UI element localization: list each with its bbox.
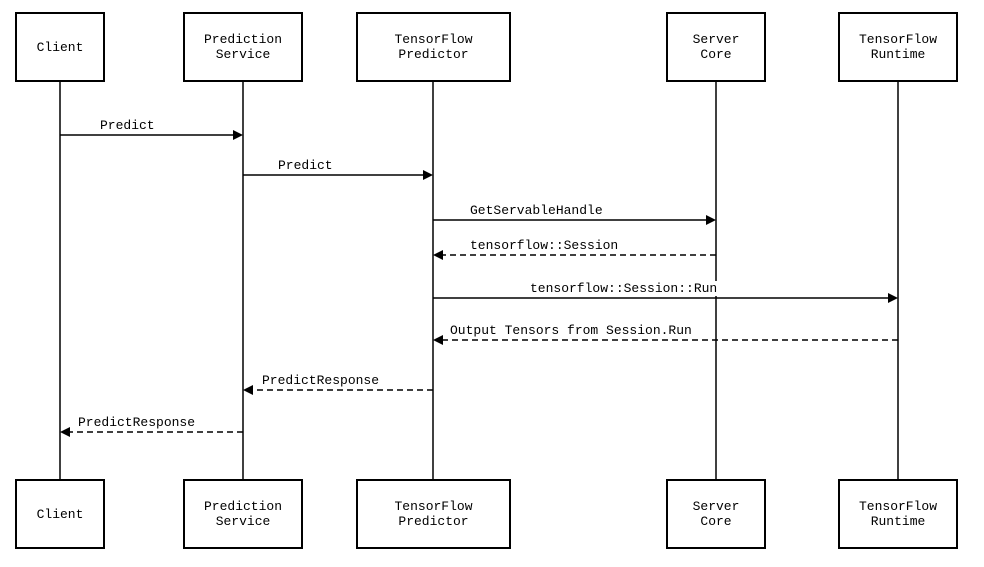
arrow-label-session-return: tensorflow::Session [470,238,618,253]
arrow-label-predict-response2: PredictResponse [78,415,195,430]
sequence-diagram: Client Prediction Service TensorFlow Predi… [0,0,984,567]
actor-bottom-tensorflow-runtime-bottom: TensorFlow Runtime [838,479,958,549]
actor-bottom-prediction-service-bottom: Prediction Service [183,479,303,549]
arrow-label-session-run: tensorflow::Session::Run [530,281,717,296]
arrow-label-output-tensors: Output Tensors from Session.Run [450,323,692,338]
actor-bottom-client-bottom: Client [15,479,105,549]
arrow-label-predict1: Predict [100,118,155,133]
actor-bottom-server-core-bottom: Server Core [666,479,766,549]
actor-tensorflow-runtime: TensorFlow Runtime [838,12,958,82]
actor-prediction-service: Prediction Service [183,12,303,82]
actor-server-core: Server Core [666,12,766,82]
actor-client: Client [15,12,105,82]
arrow-label-predict2: Predict [278,158,333,173]
actor-bottom-tensorflow-predictor-bottom: TensorFlow Predictor [356,479,511,549]
actor-tensorflow-predictor: TensorFlow Predictor [356,12,511,82]
arrow-label-predict-response1: PredictResponse [262,373,379,388]
arrow-label-getservable: GetServableHandle [470,203,603,218]
